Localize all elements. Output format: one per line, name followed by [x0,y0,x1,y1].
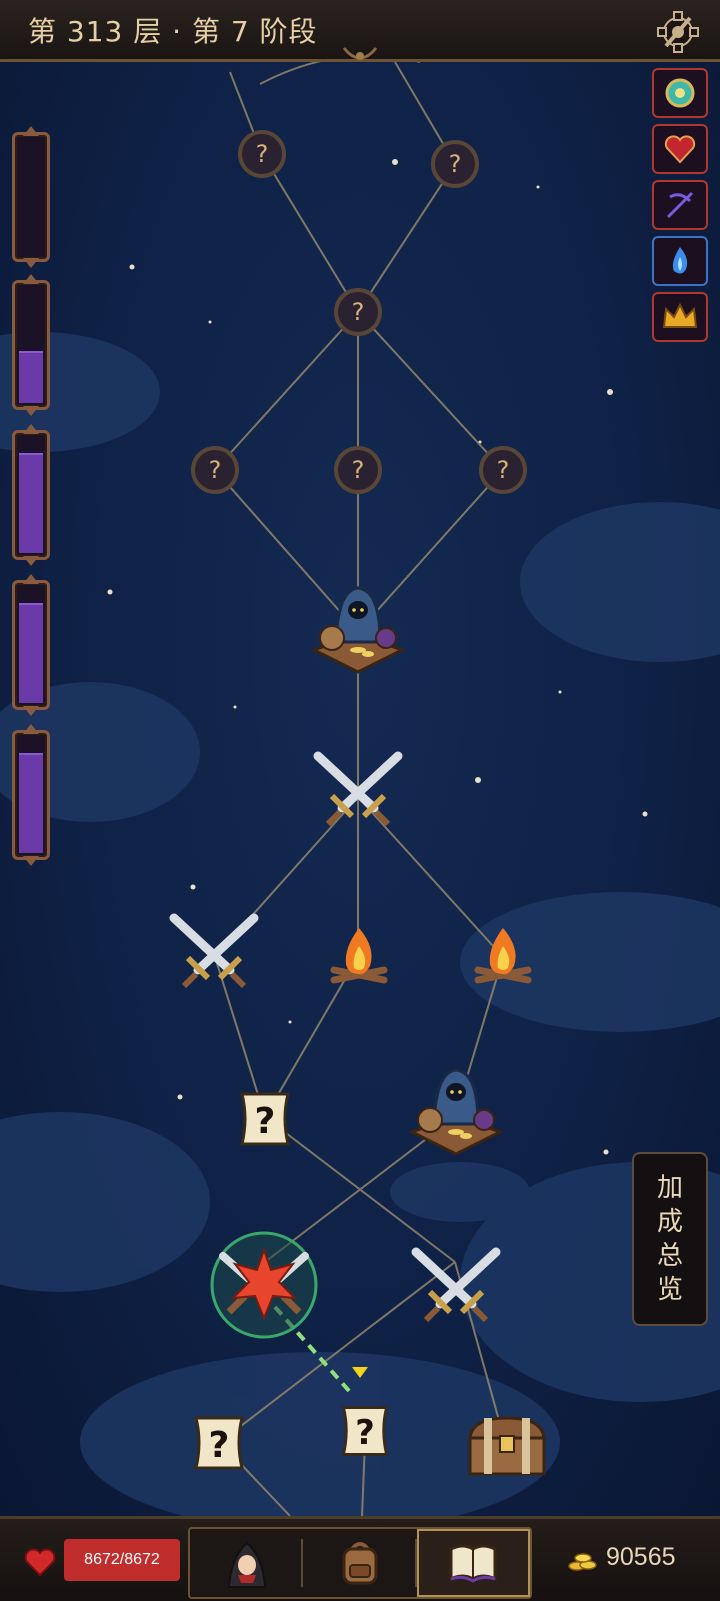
campfire-node[interactable] [470,924,536,990]
campfire-icon [330,928,388,984]
svg-text:?: ? [256,140,269,168]
buff-blue-flame[interactable] [652,236,708,286]
orb-icon [665,78,695,108]
hero-icon [227,1541,266,1588]
svg-text:?: ? [352,298,365,326]
unknown-node[interactable]: ? [332,444,384,496]
unknown-node[interactable]: ? [477,444,529,496]
bonus-char: 加 [656,1173,683,1203]
unknown-node[interactable]: ? [429,138,481,190]
unknown-node[interactable]: ? [332,286,384,338]
merchant-icon [408,1068,504,1156]
buff-crossbow[interactable] [652,180,708,230]
event-node[interactable]: ? [188,1412,250,1474]
progress-bar-5 [12,724,50,866]
gear-icon[interactable] [654,8,702,56]
buff-crown[interactable] [652,292,708,342]
elite-battle-icon [210,1231,318,1339]
battle-node[interactable] [168,912,260,990]
campfire-node[interactable] [326,924,392,990]
crossbow-icon [666,191,694,219]
event-scroll-icon: ? [240,1092,290,1146]
svg-text:?: ? [355,1413,375,1452]
bonus-overview-button[interactable]: 加 成 总 览 [632,1152,708,1326]
merchant-node[interactable] [308,580,408,676]
merchant-node[interactable] [406,1062,506,1158]
tab-backpack[interactable] [303,1529,417,1597]
stage-title: 第 313 层 · 第 7 阶段 [28,14,318,48]
backpack-icon [342,1542,378,1585]
unknown-node[interactable]: ? [189,444,241,496]
mystery-icon: ? [191,446,239,494]
unknown-node[interactable]: ? [236,128,288,180]
event-scroll-icon: ? [194,1416,244,1470]
progress-bar-1 [12,126,50,268]
event-node[interactable]: ? [336,1402,394,1460]
svg-text:?: ? [209,1425,230,1466]
heart-icon [664,135,696,164]
bonus-char: 总 [656,1241,683,1271]
progress-bar-2 [12,274,50,416]
bottom-tabs [188,1527,532,1599]
svg-text:?: ? [497,456,510,484]
buff-orb[interactable] [652,68,708,118]
mystery-icon: ? [431,140,479,188]
buff-heart[interactable] [652,124,708,174]
gold-coins-icon [568,1553,597,1571]
campfire-icon [474,928,532,984]
spellbook-icon [449,1544,497,1583]
event-scroll-icon: ? [341,1406,389,1456]
blue-flame-icon [672,247,688,274]
top-bar: 第 313 层 · 第 7 阶段 [0,0,720,62]
mystery-icon: ? [238,130,286,178]
treasure-node[interactable] [466,1414,548,1478]
crossed-swords-icon [411,1247,501,1323]
treasure-chest-icon [468,1416,546,1476]
battle-node[interactable] [410,1246,502,1324]
progress-bar-4 [12,574,50,716]
mystery-icon: ? [479,446,527,494]
svg-text:?: ? [209,456,222,484]
crown-icon [662,302,698,328]
progress-bar-3 [12,424,50,566]
elite-battle-node[interactable] [209,1230,319,1340]
crossed-swords-icon [313,751,403,827]
hp-display: 8672/8672 [64,1539,180,1581]
ornament-icon [342,47,378,60]
battle-node[interactable] [312,750,404,828]
heart-icon [24,1548,56,1577]
bonus-char: 成 [656,1207,683,1237]
crossed-swords-icon [169,913,259,989]
svg-text:?: ? [352,456,365,484]
svg-text:?: ? [449,150,462,178]
mystery-icon: ? [334,288,382,336]
bonus-char: 览 [656,1275,683,1305]
mystery-icon: ? [334,446,382,494]
tab-hero[interactable] [190,1529,304,1597]
tab-spellbook[interactable] [416,1529,530,1597]
svg-text:?: ? [255,1101,276,1142]
event-node[interactable]: ? [234,1088,296,1150]
merchant-icon [310,586,406,674]
bottom-bar: 8672/8672 90565 [0,1516,720,1601]
dungeon-map: ? ? ? ? ? ? ? ? ? 加 成 总 览 [0,62,720,1516]
gold-amount: 90565 [606,1543,676,1571]
